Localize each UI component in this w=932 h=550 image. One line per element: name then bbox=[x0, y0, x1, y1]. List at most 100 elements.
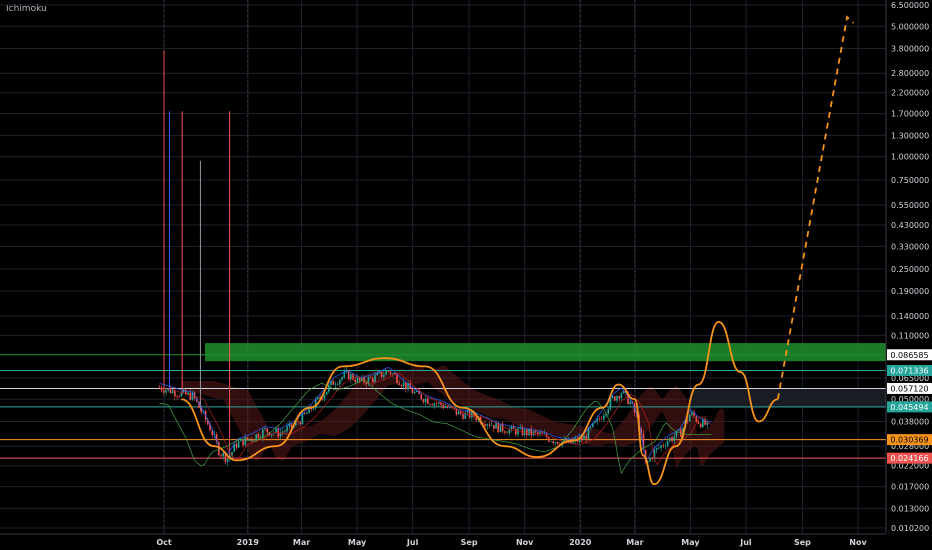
candle-body bbox=[398, 383, 401, 386]
time-axis[interactable]: Oct 2019 Mar May Jul Sep Nov 2020 Mar May Jul Sep No… bbox=[0, 533, 886, 550]
candle-body bbox=[257, 434, 260, 439]
candle-body bbox=[281, 431, 284, 433]
candle-body bbox=[552, 441, 555, 444]
candle-body bbox=[433, 403, 436, 406]
price-tick-label: 0.017000 bbox=[891, 483, 929, 492]
price-tick-label: 0.550000 bbox=[891, 201, 929, 210]
candle-body bbox=[244, 437, 247, 446]
candle-body bbox=[664, 445, 667, 447]
candle-body bbox=[488, 424, 491, 426]
candle-body bbox=[369, 377, 372, 378]
candle-body bbox=[235, 444, 238, 448]
price-axis[interactable]: 6.500000 5.000000 3.800000 2.800000 2.200000… bbox=[885, 0, 932, 550]
candle-body bbox=[178, 396, 181, 397]
candle-body bbox=[484, 423, 486, 426]
candle-body bbox=[585, 435, 588, 440]
candle-body bbox=[490, 425, 493, 426]
candle-body bbox=[493, 425, 495, 429]
time-tick-label: Sep bbox=[461, 538, 478, 547]
candle-body bbox=[431, 404, 434, 406]
candle-body bbox=[486, 424, 489, 426]
candle-body bbox=[541, 432, 544, 434]
candle-body bbox=[655, 447, 658, 450]
candle-body bbox=[251, 438, 253, 441]
candle-body bbox=[334, 384, 337, 386]
candle-body bbox=[189, 392, 192, 400]
ichimoku-cloud bbox=[181, 364, 725, 469]
time-tick-label: Oct bbox=[156, 538, 172, 547]
time-tick-label: May bbox=[681, 538, 700, 547]
price-tick-label: 0.110000 bbox=[891, 331, 929, 340]
time-axis-bg bbox=[0, 534, 886, 550]
price-tick-label: 2.200000 bbox=[891, 89, 929, 98]
candle-body bbox=[411, 388, 414, 394]
candle-body bbox=[174, 390, 176, 397]
candle-body bbox=[420, 394, 423, 400]
candle-body bbox=[325, 391, 328, 395]
candle-body bbox=[165, 390, 167, 393]
candle-body bbox=[383, 374, 385, 377]
candle-body bbox=[691, 412, 693, 415]
candle-body bbox=[550, 441, 552, 443]
candle-body bbox=[266, 428, 269, 433]
price-tick-label: 1.700000 bbox=[891, 110, 929, 119]
candle-body bbox=[697, 421, 700, 424]
candle-body bbox=[673, 436, 676, 441]
candle-body bbox=[504, 431, 506, 433]
candle-body bbox=[442, 405, 445, 408]
candle-body bbox=[220, 455, 222, 457]
candle-body bbox=[332, 380, 335, 385]
candle-body bbox=[629, 401, 632, 405]
time-tick-label: Sep bbox=[794, 538, 811, 547]
candle-body bbox=[607, 408, 610, 414]
candle-body bbox=[391, 373, 394, 375]
candle-body bbox=[284, 431, 286, 432]
candle-body bbox=[380, 371, 383, 377]
candle-body bbox=[616, 396, 618, 401]
candle-body bbox=[356, 377, 359, 383]
candle-body bbox=[618, 396, 621, 399]
price-tick-label: 6.500000 bbox=[891, 1, 929, 10]
candle-body bbox=[548, 437, 550, 442]
price-level-label: 0.057120 bbox=[890, 384, 928, 393]
candle-body bbox=[163, 390, 165, 393]
candle-body bbox=[424, 398, 427, 403]
grid bbox=[0, 0, 886, 534]
price-tick-label: 3.800000 bbox=[891, 44, 929, 53]
candle-body bbox=[222, 452, 225, 457]
candle-body bbox=[666, 441, 669, 446]
time-tick-label: 2019 bbox=[237, 538, 260, 547]
price-tick-label: 5.000000 bbox=[891, 22, 929, 31]
candle-body bbox=[297, 421, 299, 423]
candle-body bbox=[539, 432, 541, 435]
candle-body bbox=[405, 382, 407, 390]
price-level-label: 0.086585 bbox=[890, 351, 928, 360]
candle-body bbox=[583, 435, 585, 440]
candle-body bbox=[275, 428, 277, 433]
candle-body bbox=[255, 434, 258, 441]
price-chart[interactable]: 0.086585 0.071336 0.057120 0.045494 0.030369… bbox=[0, 0, 932, 550]
time-tick-label: Jul bbox=[739, 538, 752, 547]
candle-body bbox=[365, 382, 368, 385]
candle-body bbox=[306, 413, 308, 415]
candle-body bbox=[303, 413, 306, 415]
candle-body bbox=[429, 404, 431, 405]
candle-body bbox=[594, 421, 596, 424]
candle-body bbox=[226, 459, 229, 462]
price-tick-label: 0.140000 bbox=[891, 312, 929, 321]
candle-body bbox=[669, 437, 671, 442]
candle-body bbox=[171, 390, 174, 394]
candle-body bbox=[372, 377, 374, 382]
candle-body bbox=[651, 458, 654, 459]
candle-body bbox=[446, 406, 449, 408]
time-tick-label: 2020 bbox=[569, 538, 592, 547]
candle-body bbox=[246, 437, 249, 440]
candle-body bbox=[545, 433, 548, 438]
candle-body bbox=[515, 428, 517, 435]
price-tick-label: 0.013000 bbox=[891, 504, 929, 513]
candle-body bbox=[286, 426, 288, 432]
time-tick-label: Jul bbox=[406, 538, 419, 547]
candle-body bbox=[387, 371, 390, 372]
candle-body bbox=[158, 387, 161, 388]
candle-body bbox=[455, 408, 458, 415]
